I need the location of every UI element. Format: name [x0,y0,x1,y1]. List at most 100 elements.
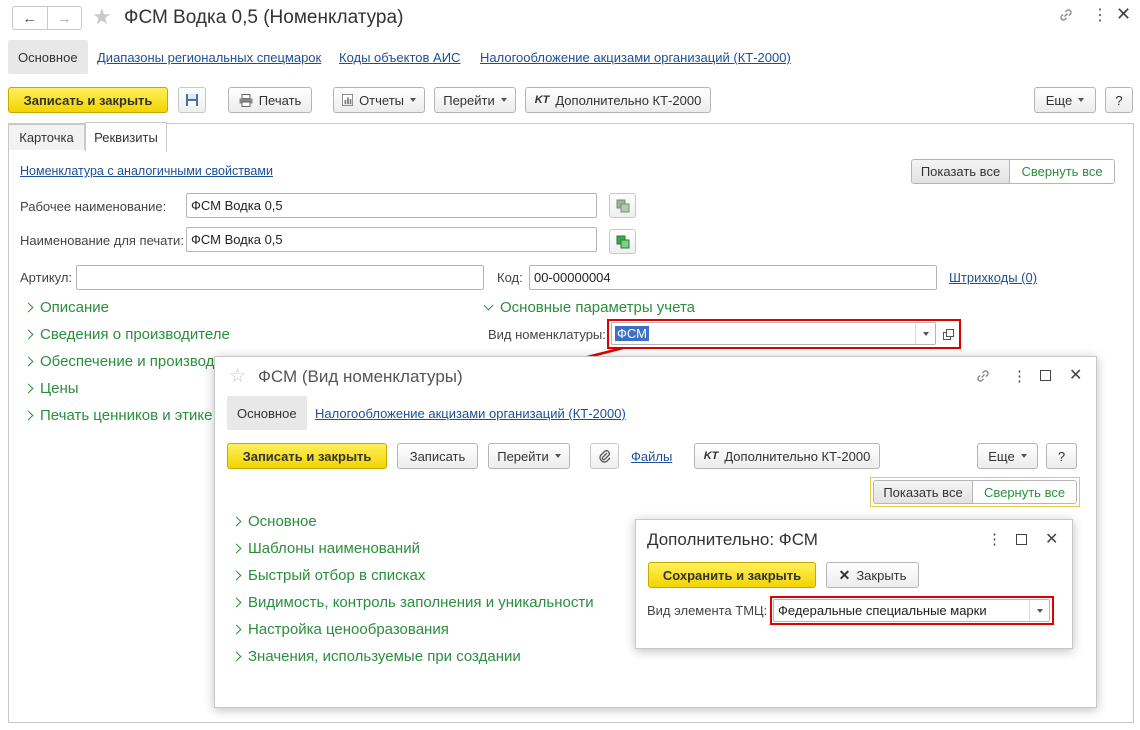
kind-section-quick-filter[interactable]: Быстрый отбор в списках [231,567,425,584]
window-title: ФСМ Водка 0,5 (Номенклатура) [124,7,404,28]
more-menu-icon[interactable]: ⋮ [1012,367,1027,385]
forward-button[interactable]: → [48,7,82,29]
maximize-icon[interactable] [1040,370,1051,381]
dropdown-icon[interactable] [1037,609,1043,613]
kind-help-button[interactable]: ? [1046,443,1077,469]
extra-save-close-button[interactable]: Сохранить и закрыть [648,562,816,588]
tab-main[interactable]: Основное [8,40,88,74]
copy-print-name-button[interactable] [609,229,636,254]
chevron-right-icon [23,329,34,340]
extra-kt2000-button[interactable]: KT Дополнительно КТ-2000 [525,87,711,113]
tab-ais-codes[interactable]: Коды объектов АИС [339,50,460,65]
kind-show-all-label: Показать все [883,484,963,500]
kt-icon: KT [534,94,550,106]
close-icon[interactable]: ✕ [1116,4,1131,25]
collapse-all-button[interactable]: Свернуть все [1010,160,1114,183]
extra-label: Дополнительно КТ-2000 [555,92,702,108]
show-all-button[interactable]: Показать все [912,160,1010,183]
section-label: Описание [40,299,110,316]
kind-goto-button[interactable]: Перейти [488,443,570,469]
kind-show-collapse-inner: Показать все Свернуть все [873,480,1077,504]
similar-items-link[interactable]: Номенклатура с аналогичными свойствами [20,164,273,178]
copy-name-button[interactable] [609,193,636,218]
files-link[interactable]: Файлы [631,449,672,464]
save-close-button[interactable]: Записать и закрыть [8,87,168,113]
tmc-label: Вид элемента ТМЦ: [647,603,768,618]
open-icon[interactable] [939,324,957,344]
print-name-field[interactable]: ФСМ Водка 0,5 [186,227,597,252]
nav-back-forward: ← → [12,6,82,30]
more-menu-icon[interactable]: ⋮ [1092,5,1108,25]
section-label: Шаблоны наименований [248,540,420,557]
kind-tab-main[interactable]: Основное [227,396,307,430]
kind-tab-excise[interactable]: Налогообложение акцизами организаций (КТ… [315,406,626,421]
more-button[interactable]: Еще [1034,87,1096,113]
kind-section-defaults[interactable]: Значения, используемые при создании [231,648,521,665]
extra-close-button[interactable]: ✕ Закрыть [826,562,919,588]
kind-field[interactable]: ФСМ [611,322,936,345]
code-label: Код: [497,270,523,285]
work-name-value: ФСМ Водка 0,5 [191,198,283,213]
close-icon[interactable]: ✕ [1069,365,1082,385]
subtab-requisites-label: Реквизиты [94,129,158,145]
kind-show-all-button[interactable]: Показать все [874,481,973,503]
tab-regional-stamps[interactable]: Диапазоны региональных спецмарок [97,50,321,65]
section-description[interactable]: Описание [23,299,110,316]
link-icon[interactable] [975,368,991,389]
favorite-star-icon[interactable]: ★ [92,4,112,30]
section-prices[interactable]: Цены [23,380,79,397]
dropdown-icon[interactable] [923,332,929,336]
section-producer[interactable]: Сведения о производителе [23,326,230,343]
chevron-right-icon [231,651,242,662]
chevron-right-icon [231,516,242,527]
kind-save-button[interactable]: Записать [397,443,478,469]
more-menu-icon[interactable]: ⋮ [987,530,1002,548]
goto-button[interactable]: Перейти [434,87,516,113]
tmc-field[interactable]: Федеральные специальные марки [773,599,1050,622]
attach-button[interactable] [590,443,619,469]
chevron-right-icon [23,383,34,394]
kind-save-close-button[interactable]: Записать и закрыть [227,443,387,469]
close-icon[interactable]: ✕ [1045,529,1058,549]
show-collapse-group: Показать все Свернуть все [911,159,1115,184]
code-field[interactable]: 00-00000004 [529,265,937,290]
article-field[interactable] [76,265,484,290]
kind-section-templates[interactable]: Шаблоны наименований [231,540,420,557]
subtab-requisites[interactable]: Реквизиты [85,122,167,152]
kind-tab-main-label: Основное [237,405,297,421]
chevron-right-icon [231,570,242,581]
collapse-all-label: Свернуть все [1021,164,1103,179]
print-label: Печать [258,92,302,108]
section-label: Основные параметры учета [500,299,696,316]
kind-section-main[interactable]: Основное [231,513,317,530]
tab-excise-tax[interactable]: Налогообложение акцизами организаций (КТ… [480,50,791,65]
section-accounting-params[interactable]: Основные параметры учета [483,299,696,316]
section-price-tags[interactable]: Печать ценников и этике [23,407,213,424]
extra-window-title: Дополнительно: ФСМ [647,530,818,549]
section-label: Сведения о производителе [40,326,230,343]
paperclip-icon [598,450,610,463]
kind-section-pricing[interactable]: Настройка ценообразования [231,621,449,638]
save-button[interactable] [178,87,206,113]
kind-save-close-label: Записать и закрыть [242,448,372,464]
subtab-card[interactable]: Карточка [8,124,85,150]
section-label: Печать ценников и этике [40,407,213,424]
barcodes-link[interactable]: Штрихкоды (0) [949,270,1037,285]
section-supply[interactable]: Обеспечение и производ [23,353,214,370]
kind-collapse-all-button[interactable]: Свернуть все [973,481,1076,503]
help-button[interactable]: ? [1105,87,1133,113]
tmc-value: Федеральные специальные марки [778,603,987,618]
back-button[interactable]: ← [13,7,48,29]
kind-more-button[interactable]: Еще [977,443,1038,469]
kind-section-visibility[interactable]: Видимость, контроль заполнения и уникаль… [231,594,594,611]
maximize-icon[interactable] [1016,534,1027,545]
print-button[interactable]: Печать [228,87,312,113]
field-divider [1029,600,1030,621]
link-icon[interactable] [1058,7,1074,28]
section-label: Основное [248,513,317,530]
reports-button[interactable]: Отчеты [333,87,425,113]
favorite-star-icon[interactable]: ☆ [229,365,246,388]
work-name-field[interactable]: ФСМ Водка 0,5 [186,193,597,218]
kind-window-title: ФСМ (Вид номенклатуры) [258,367,463,386]
kind-extra-kt2000-button[interactable]: KT Дополнительно КТ-2000 [694,443,880,469]
